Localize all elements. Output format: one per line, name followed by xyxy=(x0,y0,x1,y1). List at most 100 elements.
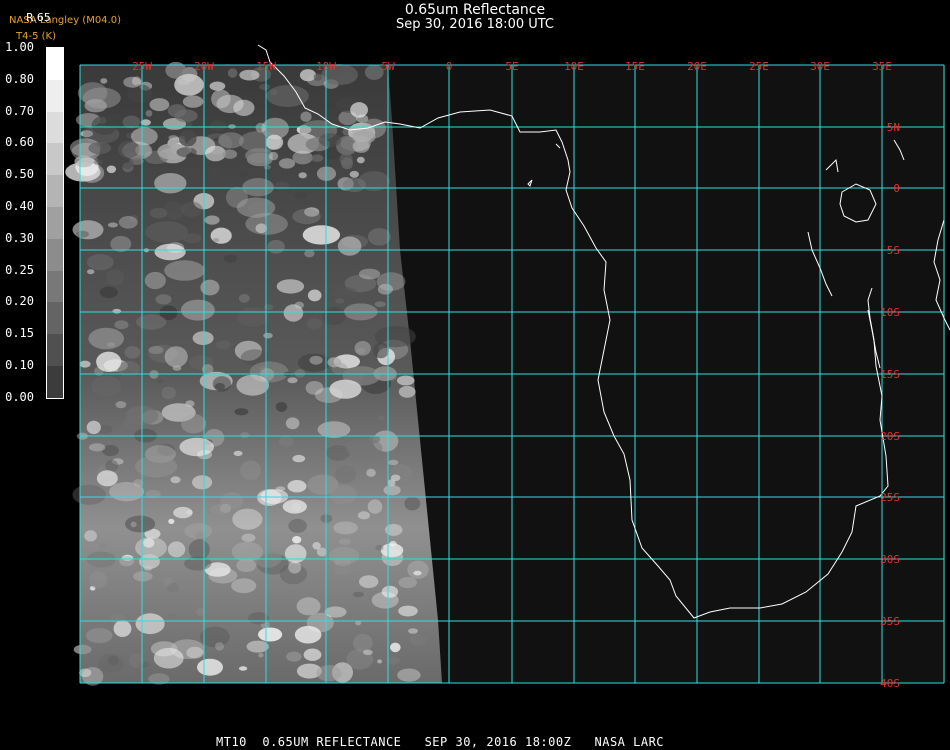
cloud-patch xyxy=(122,417,139,431)
cloud-patch xyxy=(123,76,142,88)
cloud-patch xyxy=(356,347,365,354)
cloud-patch xyxy=(181,413,207,434)
cloud-patch xyxy=(304,249,315,258)
cloud-patch xyxy=(350,102,368,118)
cloud-patch xyxy=(337,236,362,256)
cloud-patch xyxy=(307,289,322,302)
cloud-patch xyxy=(263,332,273,339)
cloud-patch xyxy=(238,293,250,303)
cloud-patch xyxy=(86,254,114,271)
cloud-patch xyxy=(334,465,356,484)
cloud-patch xyxy=(206,170,240,188)
cloud-patch xyxy=(87,269,95,275)
cloud-patch xyxy=(93,159,104,165)
cloud-patch xyxy=(298,172,307,179)
cloud-patch xyxy=(357,511,370,520)
cloud-patch xyxy=(352,130,376,144)
satellite-map: 25W 20W 15W 10W 5W 0 5E 10E 15E 20E 25E 30E 35E 5N 0 5… xyxy=(65,44,950,690)
cloud-patch xyxy=(214,383,225,390)
cloud-patch xyxy=(144,271,166,290)
cloud-patch xyxy=(324,606,347,618)
longitude-label: 5E xyxy=(505,60,518,73)
cloud-patch xyxy=(233,99,255,116)
latitude-label: 10S xyxy=(880,306,900,319)
cloud-patch xyxy=(349,170,359,178)
cloud-patch xyxy=(162,577,173,586)
cloud-patch xyxy=(72,220,104,240)
cloud-patch xyxy=(168,135,179,141)
cloud-patch xyxy=(381,585,399,598)
cloud-patch xyxy=(163,201,185,220)
cloud-patch xyxy=(178,129,197,147)
cloud-patch xyxy=(246,640,269,653)
cloud-patch xyxy=(288,561,302,574)
cloud-patch xyxy=(377,659,382,664)
cloud-patch xyxy=(410,634,426,647)
cloud-patch xyxy=(300,111,312,122)
cloud-patch xyxy=(342,177,366,192)
cloud-patch xyxy=(174,109,198,123)
cloud-patch xyxy=(185,121,192,128)
cloud-patch xyxy=(236,558,257,573)
cloud-patch xyxy=(134,455,178,478)
cloud-patch xyxy=(164,346,188,368)
cloud-patch xyxy=(287,480,307,493)
cloud-patch xyxy=(329,485,357,505)
cloud-patch xyxy=(292,150,313,165)
cloud-patch xyxy=(74,155,94,168)
longitude-label: 15E xyxy=(625,60,645,73)
cloud-patch xyxy=(236,374,269,396)
cloud-patch xyxy=(287,377,298,384)
cloud-patch xyxy=(181,201,203,217)
cloud-patch xyxy=(383,485,401,496)
cloud-patch xyxy=(233,450,243,457)
cloud-patch xyxy=(316,665,342,682)
cloud-patch xyxy=(180,299,215,321)
cloud-patch xyxy=(125,515,156,533)
cloud-patch xyxy=(375,545,384,551)
cloud-patch xyxy=(333,286,358,300)
cloud-patch xyxy=(91,115,118,135)
cloud-patch xyxy=(212,238,220,243)
cloud-patch xyxy=(113,620,132,637)
cloud-patch xyxy=(124,346,141,359)
cloud-patch xyxy=(135,613,165,635)
latitude-label: 30S xyxy=(880,553,900,566)
cloud-patch xyxy=(359,575,379,589)
cloud-patch xyxy=(179,437,214,457)
cloud-patch xyxy=(136,314,167,330)
cloud-patch xyxy=(305,381,324,395)
cloud-patch xyxy=(335,298,345,304)
cloud-patch xyxy=(219,503,232,513)
cloud-patch xyxy=(237,307,269,327)
cloud-patch xyxy=(88,443,106,452)
cloud-patch xyxy=(172,365,182,371)
cloud-patch xyxy=(236,197,276,218)
longitude-label: 15W xyxy=(256,60,276,73)
cloud-patch xyxy=(258,627,283,642)
cloud-patch xyxy=(259,83,271,91)
cloud-patch xyxy=(182,95,204,108)
cloud-patch xyxy=(109,482,145,502)
cloud-patch xyxy=(267,239,285,254)
longitude-label: 25W xyxy=(132,60,152,73)
cloud-patch xyxy=(255,223,268,234)
cloud-patch xyxy=(167,541,186,558)
cloud-patch xyxy=(292,536,302,544)
cloud-patch xyxy=(408,628,418,634)
latitude-label: 25S xyxy=(880,491,900,504)
cloud-patch xyxy=(91,375,122,397)
cloud-patch xyxy=(397,375,415,386)
longitude-label: 20W xyxy=(194,60,214,73)
cloud-patch xyxy=(398,605,418,617)
cloud-patch xyxy=(265,134,284,150)
longitude-label: 30E xyxy=(810,60,830,73)
cloud-patch xyxy=(398,577,417,589)
longitude-label: 35E xyxy=(872,60,892,73)
cloud-patch xyxy=(367,228,391,246)
cloud-patch xyxy=(381,549,404,566)
cloud-patch xyxy=(184,523,213,539)
cloud-patch xyxy=(390,474,401,482)
cloud-patch xyxy=(79,668,92,678)
cloud-patch xyxy=(114,320,129,330)
